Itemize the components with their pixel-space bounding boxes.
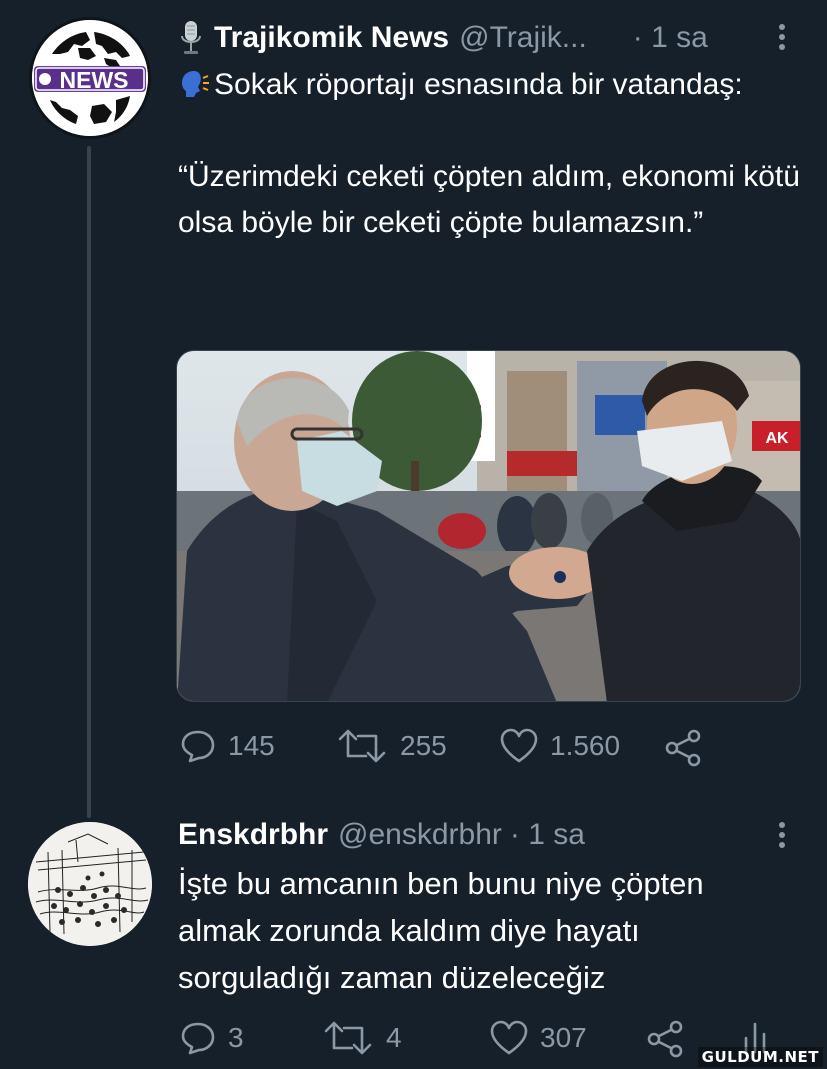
- speaking-head-icon: [182, 71, 209, 97]
- reply-icon: [181, 1022, 215, 1055]
- retweet-icon: [324, 1021, 372, 1055]
- retweet-count: 255: [400, 730, 447, 761]
- share-icon: [665, 729, 701, 767]
- news-avatar[interactable]: NEWS: [29, 17, 151, 139]
- retweet-icon: [338, 729, 386, 763]
- user-avatar[interactable]: [28, 822, 152, 946]
- reply-count: 3: [228, 1022, 244, 1053]
- tweet-header: Enskdrbhr @enskdrbhr · 1 sa: [178, 815, 798, 855]
- reply-button[interactable]: 3: [180, 1020, 244, 1056]
- tweet-thread: NEWS Trajikomik News @Trajik... · 1 sa S…: [0, 0, 827, 1069]
- tweet-text: Sokak röportajı esnasında bir vatandaş: …: [178, 62, 803, 246]
- microphone-icon: [181, 21, 201, 54]
- tweet-intro: Sokak röportajı esnasında bir vatandaş:: [178, 62, 803, 108]
- watermark: GULDUM.NET: [697, 1047, 823, 1067]
- tweet-media-image[interactable]: ACI AK: [176, 350, 801, 702]
- timestamp[interactable]: · 1 sa: [633, 21, 708, 55]
- retweet-button[interactable]: 4: [322, 1020, 402, 1056]
- display-name[interactable]: Trajikomik News: [214, 21, 449, 55]
- tweet-quote: “Üzerimdeki ceketi çöpten aldım, ekonomi…: [178, 160, 800, 239]
- reply-button[interactable]: 145: [180, 728, 275, 764]
- tweet-intro-text: Sokak röportajı esnasında bir vatandaş:: [214, 68, 743, 101]
- like-button[interactable]: 307: [490, 1020, 587, 1056]
- retweet-count: 4: [386, 1022, 402, 1053]
- like-icon: [490, 1020, 528, 1055]
- timestamp[interactable]: · 1 sa: [510, 818, 585, 852]
- share-button[interactable]: [664, 729, 702, 767]
- user-handle[interactable]: @enskdrbhr: [338, 818, 502, 852]
- tweet-text: İşte bu amcanın ben bunu niye çöpten alm…: [178, 866, 704, 995]
- more-icon[interactable]: [777, 820, 787, 850]
- like-count: 307: [540, 1022, 587, 1053]
- media-sign-text-2: AK: [765, 430, 789, 447]
- more-icon[interactable]: [777, 22, 787, 52]
- tweet-header: Trajikomik News @Trajik... · 1 sa: [178, 18, 798, 58]
- thread-connector: [87, 146, 91, 818]
- avatar-news-text: NEWS: [60, 67, 129, 93]
- share-button[interactable]: [646, 1020, 684, 1058]
- reply-count: 145: [228, 730, 275, 761]
- share-icon: [647, 1020, 683, 1058]
- reply-icon: [181, 730, 215, 763]
- display-name[interactable]: Enskdrbhr: [178, 818, 328, 852]
- user-handle[interactable]: @Trajik...: [459, 21, 587, 55]
- like-button[interactable]: 1.560: [500, 728, 620, 764]
- retweet-button[interactable]: 255: [336, 728, 447, 764]
- like-icon: [500, 728, 538, 763]
- like-count: 1.560: [550, 730, 621, 761]
